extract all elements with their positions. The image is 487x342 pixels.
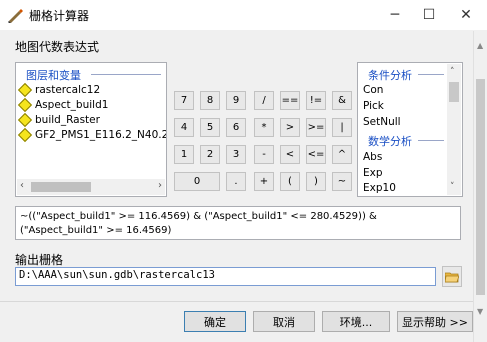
window-scrollbar[interactable]: ▲ ▼ bbox=[473, 31, 487, 342]
function-group-title: 数学分析 bbox=[368, 135, 412, 148]
calc-button-3[interactable]: 3 bbox=[226, 145, 246, 164]
expression-label: 地图代数表达式 bbox=[15, 40, 100, 54]
calc-button-open-paren[interactable]: ( bbox=[280, 172, 300, 191]
calc-button-multiply[interactable]: * bbox=[254, 118, 274, 137]
separator bbox=[0, 301, 473, 302]
calc-button-6[interactable]: 6 bbox=[226, 118, 246, 137]
list-item[interactable]: rastercalc12 bbox=[17, 82, 101, 98]
horizontal-scrollbar[interactable]: ‹ › bbox=[17, 179, 165, 195]
calc-button-4[interactable]: 4 bbox=[174, 118, 194, 137]
scroll-down-icon[interactable]: ▼ bbox=[477, 307, 483, 316]
scroll-thumb[interactable] bbox=[31, 182, 91, 192]
output-label: 输出栅格 bbox=[15, 253, 64, 267]
calc-button-1[interactable]: 1 bbox=[174, 145, 194, 164]
function-item-abs[interactable]: Abs bbox=[363, 151, 382, 163]
calc-button-0[interactable]: 0 bbox=[174, 172, 220, 191]
variable-label: GF2_PMS1_E116.2_N40.2_2014( bbox=[35, 129, 166, 141]
scroll-thumb[interactable] bbox=[476, 79, 485, 295]
close-button[interactable]: ✕ bbox=[449, 0, 483, 30]
calc-button-decimal[interactable]: . bbox=[226, 172, 246, 191]
calc-button-not[interactable]: ~ bbox=[332, 172, 352, 191]
layers-variables-list[interactable]: 图层和变量 rastercalc12 Aspect_build1 build_R… bbox=[15, 62, 167, 197]
function-item-con[interactable]: Con bbox=[363, 84, 383, 96]
calc-button-9[interactable]: 9 bbox=[226, 91, 246, 110]
calc-button-greater[interactable]: > bbox=[280, 118, 300, 137]
calc-button-5[interactable]: 5 bbox=[200, 118, 220, 137]
variable-label: Aspect_build1 bbox=[35, 99, 109, 111]
browse-button[interactable] bbox=[442, 266, 462, 287]
scroll-down-icon[interactable]: ˅ bbox=[450, 182, 455, 192]
variables-group-title: 图层和变量 bbox=[26, 69, 81, 82]
variable-label: build_Raster bbox=[35, 114, 100, 126]
scroll-thumb[interactable] bbox=[449, 82, 459, 102]
scroll-up-icon[interactable]: ▲ bbox=[477, 41, 483, 50]
calc-button-less[interactable]: < bbox=[280, 145, 300, 164]
open-folder-icon bbox=[445, 272, 459, 282]
functions-list[interactable]: 条件分析 Con Pick SetNull 数学分析 Abs Exp Exp10… bbox=[357, 62, 463, 197]
calc-button-plus[interactable]: + bbox=[254, 172, 274, 191]
cancel-button[interactable]: 取消 bbox=[253, 311, 315, 332]
calc-button-equal[interactable]: == bbox=[280, 91, 300, 110]
window-title: 栅格计算器 bbox=[29, 8, 90, 23]
output-raster-field[interactable]: D:\AAA\sun\sun.gdb\rastercalc13 bbox=[15, 267, 436, 286]
raster-layer-icon bbox=[17, 82, 33, 98]
list-item[interactable]: build_Raster bbox=[17, 112, 100, 128]
calc-button-and[interactable]: & bbox=[332, 91, 352, 110]
variable-label: rastercalc12 bbox=[35, 84, 101, 96]
function-item-pick[interactable]: Pick bbox=[363, 100, 384, 112]
calc-button-2[interactable]: 2 bbox=[200, 145, 220, 164]
calc-button-greater-equal[interactable]: >= bbox=[306, 118, 326, 137]
calc-button-xor[interactable]: ^ bbox=[332, 145, 352, 164]
function-group-title: 条件分析 bbox=[368, 69, 412, 82]
expression-input[interactable]: ~(("Aspect_build1" >= 116.4569) & ("Aspe… bbox=[15, 206, 461, 240]
function-item-setnull[interactable]: SetNull bbox=[363, 116, 401, 128]
raster-layer-icon bbox=[17, 112, 33, 128]
raster-layer-icon bbox=[17, 127, 33, 143]
calc-button-8[interactable]: 8 bbox=[200, 91, 220, 110]
calculator-pencil-icon bbox=[8, 9, 23, 23]
calc-button-7[interactable]: 7 bbox=[174, 91, 194, 110]
ok-button[interactable]: 确定 bbox=[184, 311, 246, 332]
environments-button[interactable]: 环境... bbox=[322, 311, 390, 332]
calc-button-divide[interactable]: / bbox=[254, 91, 274, 110]
calc-button-not-equal[interactable]: != bbox=[306, 91, 326, 110]
calc-button-less-equal[interactable]: <= bbox=[306, 145, 326, 164]
maximize-button[interactable]: ☐ bbox=[412, 0, 446, 30]
show-help-button[interactable]: 显示帮助 >> bbox=[397, 311, 473, 332]
group-divider bbox=[91, 74, 161, 75]
scroll-up-icon[interactable]: ˄ bbox=[450, 67, 455, 77]
calc-button-minus[interactable]: - bbox=[254, 145, 274, 164]
calc-button-close-paren[interactable]: ) bbox=[306, 172, 326, 191]
calc-button-or[interactable]: | bbox=[332, 118, 352, 137]
list-item[interactable]: GF2_PMS1_E116.2_N40.2_2014( bbox=[17, 127, 166, 143]
scroll-left-icon[interactable]: ‹ bbox=[20, 180, 24, 191]
group-divider bbox=[418, 140, 444, 141]
list-item[interactable]: Aspect_build1 bbox=[17, 97, 109, 113]
raster-layer-icon bbox=[17, 97, 33, 113]
scroll-right-icon[interactable]: › bbox=[158, 180, 162, 191]
group-divider bbox=[418, 74, 444, 75]
function-item-exp10[interactable]: Exp10 bbox=[363, 182, 396, 194]
function-item-exp[interactable]: Exp bbox=[363, 167, 383, 179]
minimize-button[interactable]: ─ bbox=[378, 0, 412, 30]
vertical-scrollbar[interactable]: ˄ ˅ bbox=[447, 64, 461, 195]
